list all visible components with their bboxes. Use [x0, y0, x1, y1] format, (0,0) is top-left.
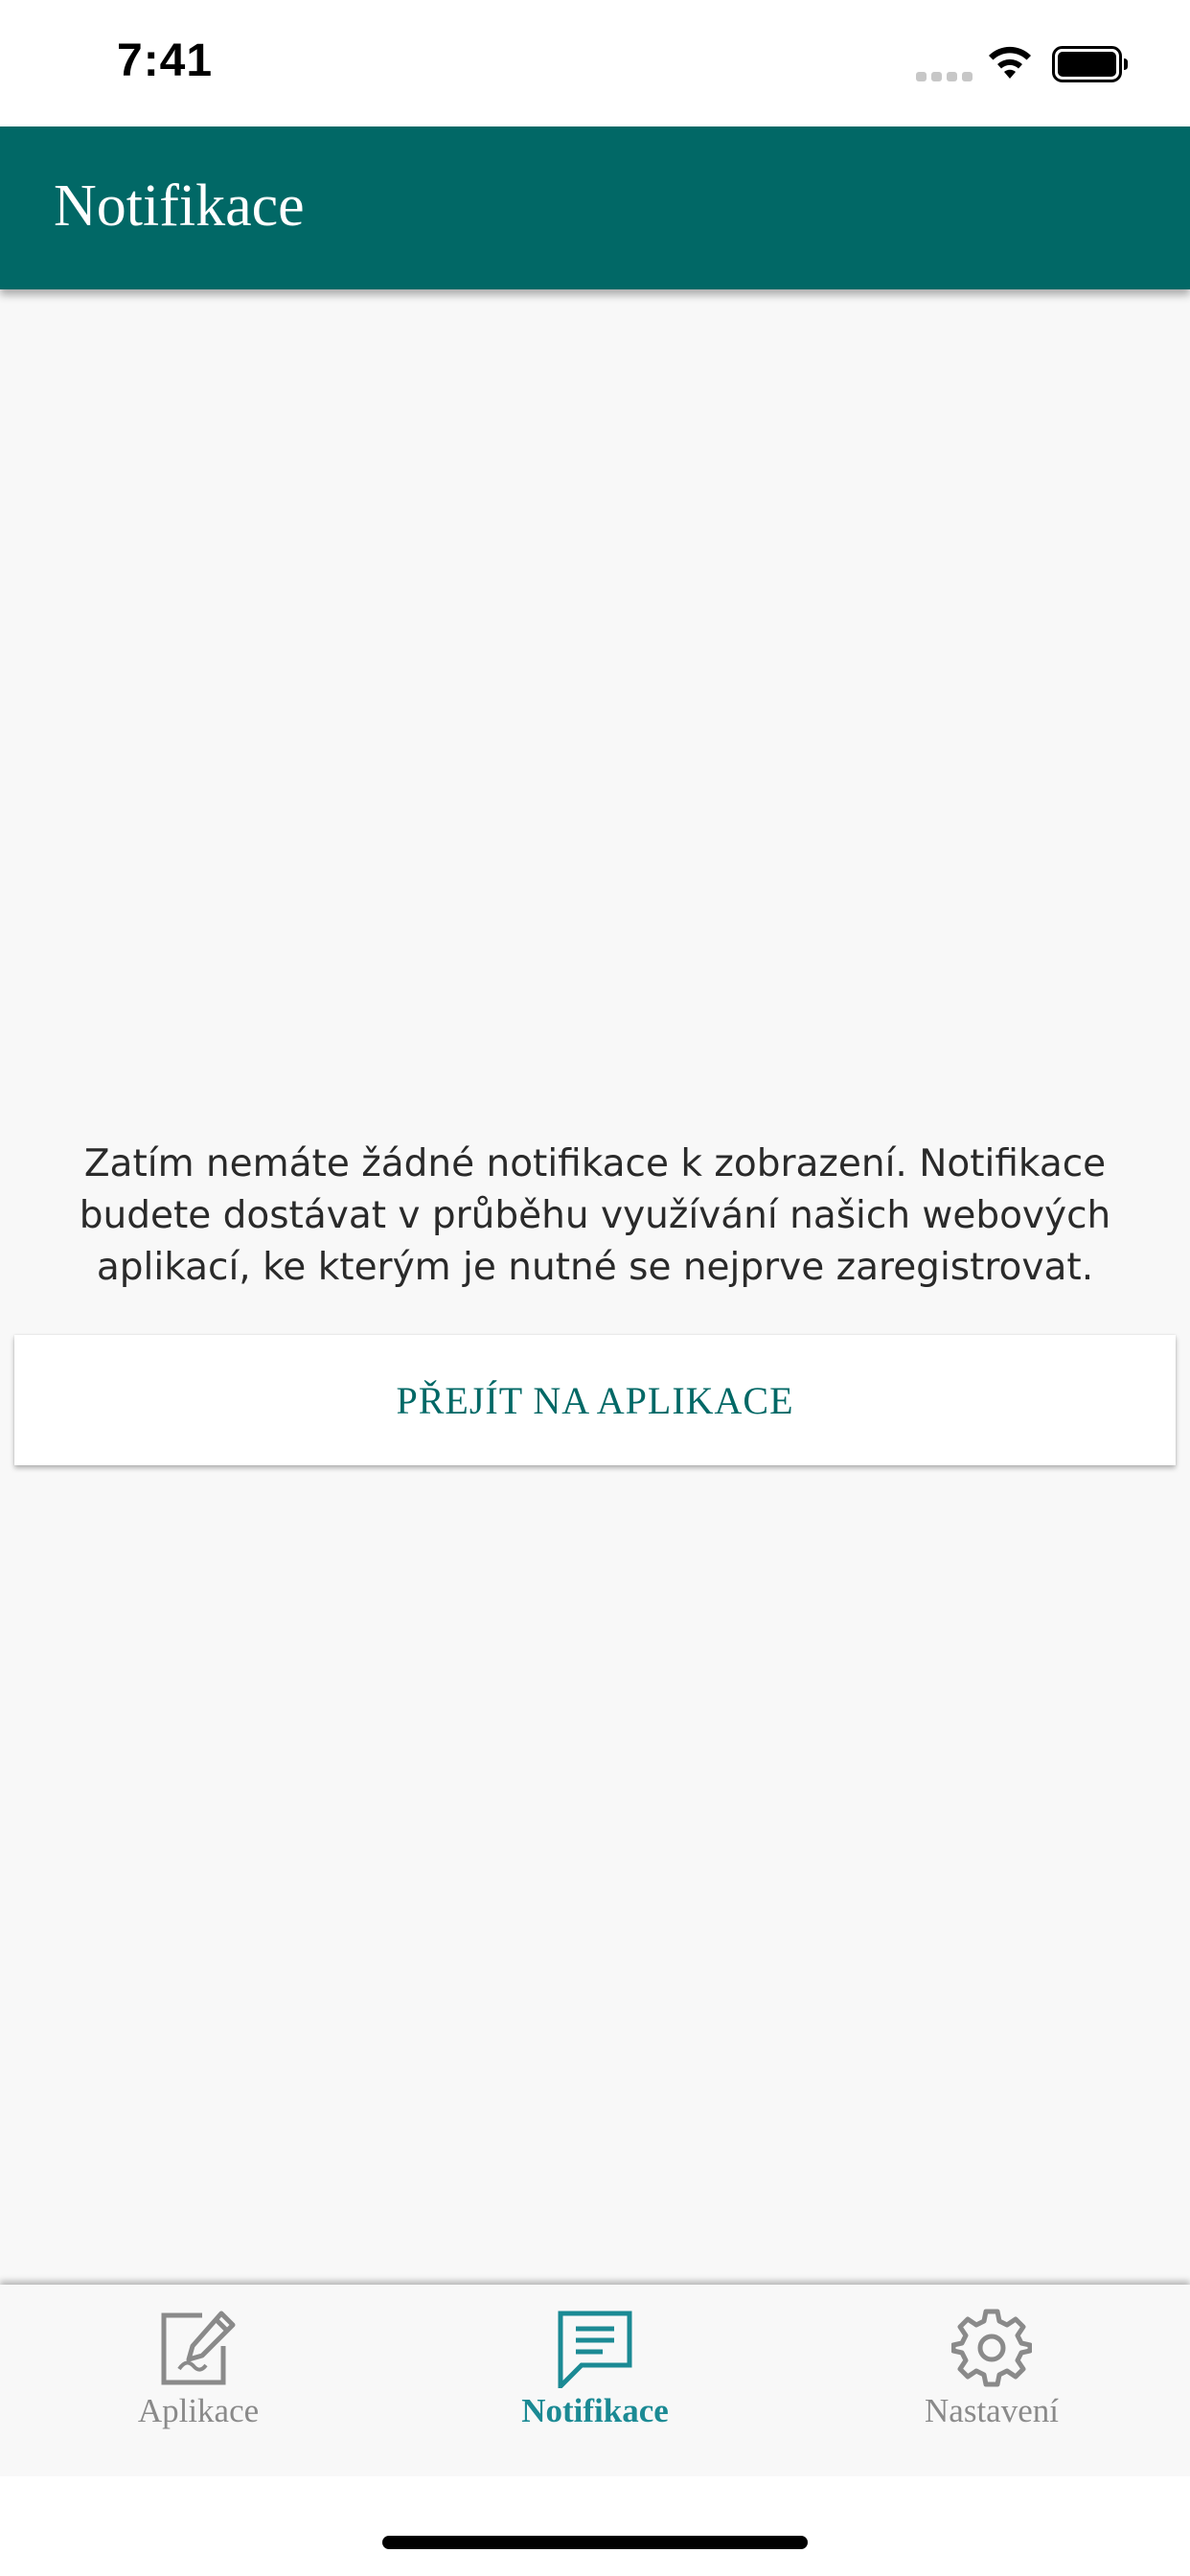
tab-label: Notifikace [521, 2392, 669, 2429]
status-bar: 7:41 [0, 0, 1190, 126]
home-indicator[interactable] [382, 2536, 808, 2549]
tab-label: Aplikace [137, 2392, 260, 2429]
status-time: 7:41 [117, 35, 214, 86]
bottom-tab-bar: Aplikace Notifikace Nastavení [0, 2285, 1190, 2476]
chat-bubble-icon [558, 2311, 632, 2388]
go-to-apps-button[interactable]: PŘEJÍT NA APLIKACE [14, 1335, 1176, 1465]
empty-state-message: Zatím nemáte žádné notifikace k zobrazen… [79, 1142, 1111, 1289]
page-title: Notifikace [54, 173, 305, 239]
tab-notifikace[interactable]: Notifikace [397, 2285, 793, 2476]
edit-document-icon [161, 2311, 236, 2385]
home-indicator-area [0, 2476, 1190, 2576]
tab-nastaveni[interactable]: Nastavení [793, 2285, 1190, 2476]
go-to-apps-button-label: PŘEJÍT NA APLIKACE [396, 1378, 794, 1422]
tab-aplikace[interactable]: Aplikace [0, 2285, 397, 2476]
app-bar: Notifikace [0, 126, 1190, 289]
cellular-signal-icon [916, 72, 973, 81]
tab-label: Nastavení [925, 2392, 1059, 2429]
wifi-icon [989, 46, 1031, 79]
gear-icon [951, 2309, 1032, 2387]
battery-icon [1052, 46, 1128, 82]
